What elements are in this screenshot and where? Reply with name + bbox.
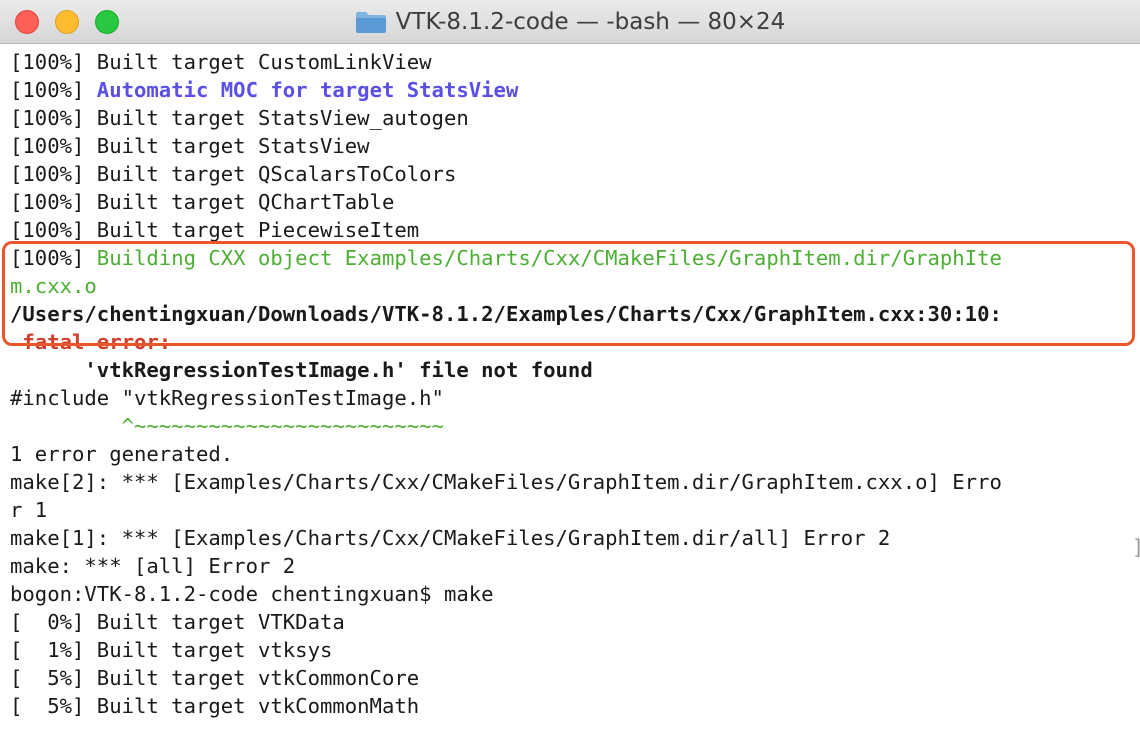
terminal-line: [100%] Built target QScalarsToColors xyxy=(10,160,456,188)
terminal-text-segment: [ 5%] Built target vtkCommonCore xyxy=(10,666,420,690)
terminal-output[interactable]: [100%] Built target CustomLinkView [100%]… xyxy=(0,44,1140,730)
terminal-text-segment: [ 0%] Built target VTKData xyxy=(10,610,345,634)
terminal-text-segment: [100%] xyxy=(10,78,97,102)
terminal-text-segment: [100%] Built target QChartTable xyxy=(10,190,395,214)
scroll-marker: ] xyxy=(1132,536,1140,558)
terminal-window: VTK-8.1.2-code — -bash — 80×24 [100%] Bu… xyxy=(0,0,1140,730)
folder-icon xyxy=(355,12,386,33)
terminal-text-segment: Automatic MOC for target StatsView xyxy=(96,78,519,102)
terminal-line: [100%] Built target CustomLinkView xyxy=(10,48,432,76)
terminal-text-segment: #include "vtkRegressionTestImage.h" xyxy=(10,386,444,410)
terminal-line: make[1]: *** [Examples/Charts/Cxx/CMakeF… xyxy=(10,524,890,552)
terminal-text-segment: bogon:VTK-8.1.2-code chentingxuan$ make xyxy=(10,582,494,606)
terminal-line: [ 5%] Built target vtkCommonMath xyxy=(10,692,419,720)
terminal-text-segment: [100%] Built target StatsView_autogen xyxy=(10,106,469,130)
terminal-text-segment: r 1 xyxy=(10,498,48,522)
terminal-text-segment: [100%] Built target CustomLinkView xyxy=(10,50,432,74)
terminal-text-segment: [100%] Built target PiecewiseItem xyxy=(10,218,420,242)
terminal-line: make: *** [all] Error 2 xyxy=(10,552,295,580)
window-title: VTK-8.1.2-code — -bash — 80×24 xyxy=(395,9,786,35)
terminal-line: make[2]: *** [Examples/Charts/Cxx/CMakeF… xyxy=(10,468,1002,496)
title-bar: VTK-8.1.2-code — -bash — 80×24 xyxy=(0,0,1140,44)
terminal-line: 'vtkRegressionTestImage.h' file not foun… xyxy=(10,356,593,384)
terminal-text-segment: ^~~~~~~~~~~~~~~~~~~~~~~~~~ xyxy=(10,414,444,438)
terminal-text-segment: 1 error generated. xyxy=(10,442,234,466)
terminal-line: [100%] Built target PiecewiseItem xyxy=(10,216,419,244)
terminal-text-segment: make: *** [all] Error 2 xyxy=(10,554,296,578)
terminal-text-segment: 'vtkRegressionTestImage.h' file not foun… xyxy=(10,358,593,382)
terminal-text-segment: make[2]: *** [Examples/Charts/Cxx/CMakeF… xyxy=(10,470,1002,494)
terminal-line: [100%] Built target QChartTable xyxy=(10,188,394,216)
terminal-line: #include "vtkRegressionTestImage.h" xyxy=(10,384,444,412)
window-title-area: VTK-8.1.2-code — -bash — 80×24 xyxy=(0,0,1140,44)
terminal-line: ^~~~~~~~~~~~~~~~~~~~~~~~~~ xyxy=(10,412,444,440)
terminal-line: [100%] Built target StatsView xyxy=(10,132,370,160)
terminal-line: [100%] Built target StatsView_autogen xyxy=(10,104,469,132)
terminal-text-segment: [100%] Built target QScalarsToColors xyxy=(10,162,457,186)
terminal-line: [100%] Automatic MOC for target StatsVie… xyxy=(10,76,518,104)
terminal-text-segment: [ 5%] Built target vtkCommonMath xyxy=(10,694,420,718)
terminal-line: [ 1%] Built target vtksys xyxy=(10,636,332,664)
error-highlight-box xyxy=(2,241,1135,346)
terminal-line: bogon:VTK-8.1.2-code chentingxuan$ make xyxy=(10,580,494,608)
terminal-line: [ 5%] Built target vtkCommonCore xyxy=(10,664,419,692)
terminal-text-segment: make[1]: *** [Examples/Charts/Cxx/CMakeF… xyxy=(10,526,891,550)
terminal-line: 1 error generated. xyxy=(10,440,233,468)
terminal-text-segment: [ 1%] Built target vtksys xyxy=(10,638,333,662)
terminal-text-segment: [100%] Built target StatsView xyxy=(10,134,370,158)
terminal-line: r 1 xyxy=(10,496,47,524)
terminal-line: [ 0%] Built target VTKData xyxy=(10,608,345,636)
